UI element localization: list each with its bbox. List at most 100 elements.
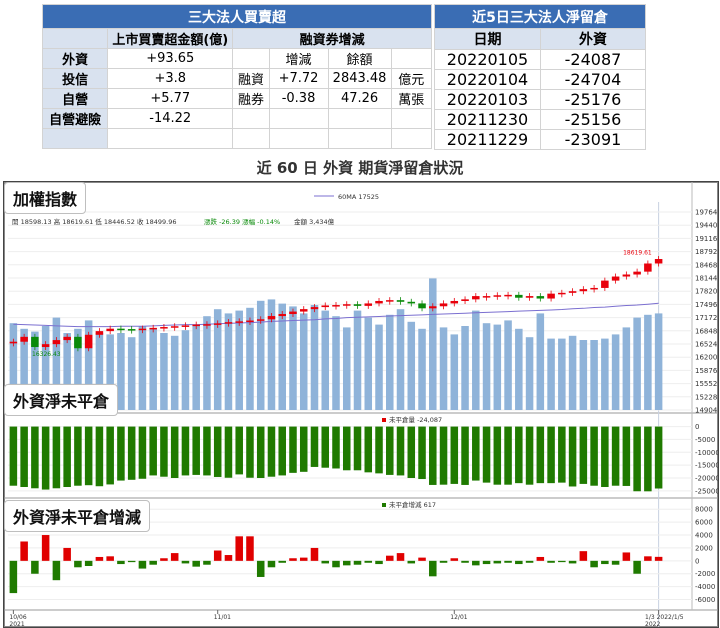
volume-bar — [418, 328, 426, 410]
oi-change-bar — [310, 547, 319, 561]
oi-bar — [396, 426, 405, 476]
oi-bar — [149, 426, 157, 476]
oi-change-bar — [450, 558, 459, 561]
oi-change-bar — [525, 560, 534, 563]
oi-change-bar — [289, 558, 297, 561]
panel-title-oi-change: 外資淨未平倉增減 — [4, 500, 151, 532]
x-tick-label: 11/01 — [214, 614, 231, 621]
oi-bar — [601, 426, 609, 487]
y-tick-label: 16200 — [695, 354, 717, 362]
amount-cell: +5.77 — [107, 88, 234, 109]
oi-bar — [568, 426, 577, 487]
volume-bar — [482, 323, 491, 410]
candle-body — [568, 291, 577, 293]
oi-bar — [547, 426, 555, 484]
row-label: 投信 — [41, 68, 109, 89]
oi-bar — [192, 426, 200, 475]
candle-body — [299, 309, 308, 312]
candle-body — [407, 301, 416, 304]
oi-change-legend-swatch — [382, 503, 386, 507]
volume-bar — [353, 310, 362, 410]
oi-bar — [127, 426, 136, 480]
volume-bar — [138, 326, 147, 410]
oi-change-bar — [181, 560, 190, 564]
oi-bar — [493, 426, 502, 485]
candle-body — [63, 336, 71, 341]
oi-bar — [472, 426, 480, 481]
oi-change-bar — [256, 560, 265, 577]
candle-body — [74, 336, 82, 349]
y-tick-label: 16524 — [695, 341, 718, 349]
volume-bar — [127, 337, 136, 410]
high-label: 18619.61 — [623, 250, 652, 257]
y-tick-label: -25000 — [695, 487, 718, 495]
volume-bar — [160, 333, 168, 410]
oi-bar — [256, 426, 265, 478]
oi-bar — [525, 426, 534, 485]
oi-change-bar — [439, 560, 448, 563]
candle-body — [611, 276, 620, 281]
oi-bar — [536, 426, 545, 484]
candle-body — [321, 305, 330, 308]
candle-body — [84, 334, 93, 349]
volume-bar — [386, 314, 394, 410]
oi-change-bar — [482, 560, 491, 565]
x-tick-year: 2021 — [9, 621, 24, 627]
volume-bar — [439, 327, 448, 410]
candle-body — [41, 344, 50, 348]
oi-bar — [386, 426, 394, 475]
oi-change-bar — [203, 560, 211, 565]
oi-change-bar — [472, 560, 480, 566]
col-amount-header: 上市買賣超金額(億) — [107, 28, 234, 49]
candle-body — [149, 327, 157, 330]
y-tick-label: 14904 — [695, 407, 718, 415]
ma-legend-label: 60MA 17525 — [338, 193, 379, 201]
oi-bar — [515, 426, 523, 484]
candle-body — [418, 303, 426, 309]
candle-body — [515, 294, 523, 298]
oi-bar — [170, 426, 179, 478]
candle-body — [256, 319, 265, 321]
oi-bar — [418, 426, 426, 480]
y-tick-label: -6000 — [695, 596, 715, 604]
oi-bar — [364, 426, 373, 473]
candle-body — [547, 293, 555, 299]
oi-change-bar — [332, 560, 340, 568]
date-cell: 20211229 — [434, 129, 541, 150]
candle-body — [181, 325, 190, 327]
candle-body — [267, 316, 276, 320]
oi-change-bar — [568, 560, 577, 564]
y-tick-label: 18468 — [695, 261, 717, 269]
oi-change-bar — [364, 560, 373, 563]
oi-change-bar — [106, 556, 114, 561]
oi-change-bar — [461, 560, 469, 563]
volume-bar — [654, 313, 663, 410]
candle-body — [127, 329, 136, 331]
value-header: 外資 — [540, 28, 646, 50]
volume-bar — [558, 338, 566, 410]
oi-bar — [246, 426, 254, 478]
oi-change-bar — [386, 555, 394, 561]
oi-change-bar — [654, 556, 663, 561]
oi-change-bar — [429, 560, 437, 577]
date-cell: 20220103 — [434, 89, 541, 110]
oi-change-bar — [117, 560, 125, 565]
candle-body — [95, 331, 104, 335]
oi-change-bar — [547, 560, 555, 563]
volume-bar — [224, 313, 233, 410]
candle-body — [590, 287, 598, 290]
y-tick-label: -20000 — [695, 475, 718, 483]
amount-cell: -14.22 — [107, 108, 234, 129]
oi-change-bar — [396, 553, 405, 561]
y-tick-label: 0 — [695, 423, 699, 431]
oi-bar — [450, 426, 459, 484]
oi-change-bar — [418, 557, 426, 561]
oi-bar — [63, 426, 71, 487]
oi-bar — [375, 426, 383, 474]
y-tick-label: 16848 — [695, 327, 717, 335]
oi-bar — [310, 426, 319, 467]
candle-body — [106, 328, 114, 332]
candle-body — [654, 259, 663, 264]
oi-bar — [611, 426, 620, 486]
oi-change-bar — [192, 560, 200, 567]
